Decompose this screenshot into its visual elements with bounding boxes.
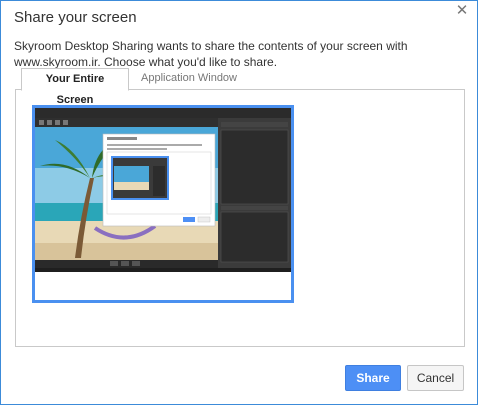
tab-application-window[interactable]: Application Window <box>133 68 245 89</box>
screen-thumbnail[interactable] <box>32 105 294 303</box>
share-screen-dialog: Share your screen ✕ Skyroom Desktop Shar… <box>0 0 478 405</box>
close-icon[interactable]: ✕ <box>455 3 469 18</box>
cancel-button[interactable]: Cancel <box>407 365 464 391</box>
source-panel <box>15 89 465 347</box>
tab-bar: Your Entire Screen Application Window <box>15 68 465 106</box>
dialog-description: Skyroom Desktop Sharing wants to share t… <box>14 39 408 69</box>
share-button[interactable]: Share <box>345 365 401 391</box>
screen-preview-image <box>35 108 291 300</box>
tab-entire-screen[interactable]: Your Entire Screen <box>21 68 129 106</box>
dialog-title: Share your screen <box>14 9 137 26</box>
